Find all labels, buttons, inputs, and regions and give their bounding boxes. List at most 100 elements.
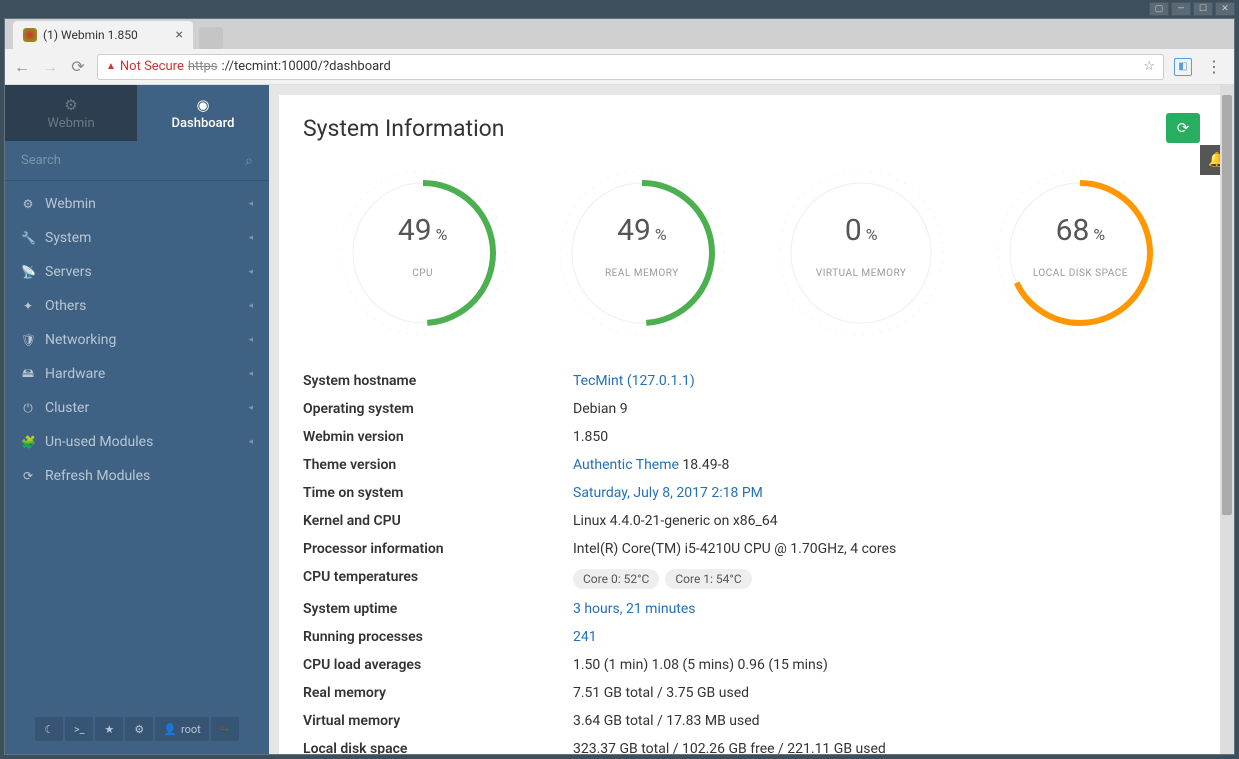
sidebar-search: ⌕ — [5, 141, 269, 181]
sidebar-tabs: ⚙ Webmin ◉ Dashboard — [5, 85, 269, 141]
scrollbar[interactable] — [1220, 85, 1234, 754]
gauge-label: LOCAL DISK SPACE — [980, 268, 1180, 279]
night-mode-button[interactable]: ☾ — [35, 717, 63, 741]
nav-icon: 🧩 — [21, 435, 35, 449]
tab-webmin[interactable]: ⚙ Webmin — [5, 85, 137, 141]
gauge-label: CPU — [323, 268, 523, 279]
row-os: Operating systemDebian 9 — [303, 395, 1200, 423]
favorites-button[interactable]: ★ — [95, 717, 123, 741]
panel: System Information ⟳ 49 % CPU 49 % REAL … — [279, 95, 1224, 754]
nav-label: Others — [45, 298, 86, 314]
row-real-memory: Real memory7.51 GB total / 3.75 GB used — [303, 679, 1200, 707]
sidebar-item-cluster[interactable]: ⏻Cluster◂ — [5, 391, 269, 425]
gauge-label: VIRTUAL MEMORY — [761, 268, 961, 279]
favicon-icon — [23, 28, 37, 42]
sidebar-item-un-used-modules[interactable]: 🧩Un-used Modules◂ — [5, 425, 269, 459]
reload-button[interactable]: ⟳ — [69, 57, 87, 76]
gauge-value: 68 % — [980, 213, 1180, 248]
browser-tab[interactable]: (1) Webmin 1.850 × — [13, 21, 193, 49]
panel-header: System Information ⟳ — [303, 113, 1200, 143]
row-kernel: Kernel and CPULinux 4.4.0-21-generic on … — [303, 507, 1200, 535]
refresh-button[interactable]: ⟳ — [1166, 113, 1200, 143]
nav-label: Servers — [45, 264, 92, 280]
bookmark-icon[interactable]: ☆ — [1143, 59, 1155, 74]
nav-label: Hardware — [45, 366, 105, 382]
gauge-value: 49 % — [323, 213, 523, 248]
user-button[interactable]: 👤 root — [155, 717, 208, 741]
tab-dashboard[interactable]: ◉ Dashboard — [137, 85, 269, 141]
time-link[interactable]: Saturday, July 8, 2017 2:18 PM — [573, 485, 1200, 501]
row-hostname: System hostnameTecMint (127.0.1.1) — [303, 367, 1200, 395]
terminal-button[interactable]: >_ — [65, 717, 93, 741]
theme-link[interactable]: Authentic Theme — [573, 457, 679, 473]
search-icon[interactable]: ⌕ — [245, 153, 253, 169]
chevron-left-icon: ◂ — [248, 369, 253, 379]
sidebar-item-refresh-modules[interactable]: ⟳ Refresh Modules — [5, 459, 269, 493]
row-theme-version: Theme versionAuthentic Theme 18.49-8 — [303, 451, 1200, 479]
gauge-real-memory: 49 % REAL MEMORY — [542, 163, 742, 343]
nav-label: Webmin — [45, 196, 96, 212]
webmin-icon: ⚙ — [64, 96, 77, 114]
dashboard-icon: ◉ — [196, 96, 209, 114]
new-tab-button[interactable] — [199, 27, 223, 49]
tab-dashboard-label: Dashboard — [172, 116, 235, 131]
row-temperatures: CPU temperaturesCore 0: 52°CCore 1: 54°C — [303, 563, 1200, 595]
row-virtual-memory: Virtual memory3.64 GB total / 17.83 MB u… — [303, 707, 1200, 735]
sidebar-item-system[interactable]: 🔧System◂ — [5, 221, 269, 255]
main-content: System Information ⟳ 49 % CPU 49 % REAL … — [269, 85, 1234, 754]
maximize-button[interactable]: ☐ — [1193, 2, 1213, 16]
sidebar-item-servers[interactable]: 📡Servers◂ — [5, 255, 269, 289]
settings-button[interactable]: ⚙ — [125, 717, 153, 741]
gauge-local-disk-space: 68 % LOCAL DISK SPACE — [980, 163, 1180, 343]
nav-label: System — [45, 230, 91, 246]
url-field[interactable]: Not Secure https ://tecmint:10000/?dashb… — [97, 54, 1164, 80]
nav-label: Cluster — [45, 400, 89, 416]
uptime-link[interactable]: 3 hours, 21 minutes — [573, 601, 1200, 617]
sidebar-nav: ⚙Webmin◂🔧System◂📡Servers◂✦Others◂🛡Networ… — [5, 181, 269, 714]
nav-icon: ⟳ — [21, 469, 35, 483]
forward-button[interactable]: → — [41, 57, 59, 77]
row-time: Time on systemSaturday, July 8, 2017 2:1… — [303, 479, 1200, 507]
browser-tab-bar: (1) Webmin 1.850 × — [5, 19, 1234, 49]
nav-icon: ⏻ — [21, 401, 35, 416]
user-menu-button[interactable]: ▢ — [1149, 2, 1169, 16]
sidebar-item-webmin[interactable]: ⚙ Webmin ◂ — [5, 187, 269, 221]
row-processes: Running processes241 — [303, 623, 1200, 651]
back-button[interactable]: ← — [13, 57, 31, 77]
processes-link[interactable]: 241 — [573, 629, 1200, 645]
nav-icon: 🔧 — [21, 231, 35, 245]
sidebar-item-networking[interactable]: 🛡Networking◂ — [5, 323, 269, 357]
chevron-left-icon: ◂ — [248, 437, 253, 447]
nav-icon: 🖴 — [21, 364, 35, 385]
chevron-left-icon: ◂ — [248, 301, 253, 311]
nav-icon: ✦ — [21, 299, 35, 313]
scrollbar-thumb[interactable] — [1222, 95, 1232, 515]
nav-label: Refresh Modules — [45, 468, 150, 484]
gauges-row: 49 % CPU 49 % REAL MEMORY 0 % VIRTUAL ME… — [303, 163, 1200, 343]
tab-title: (1) Webmin 1.850 — [43, 28, 138, 42]
tab-webmin-label: Webmin — [47, 116, 94, 131]
search-input[interactable] — [21, 153, 245, 168]
chevron-left-icon: ◂ — [248, 199, 253, 209]
logout-button[interactable]: ↪ — [211, 717, 239, 741]
extension-icon[interactable]: ◧ — [1174, 58, 1192, 76]
row-load: CPU load averages1.50 (1 min) 1.08 (5 mi… — [303, 651, 1200, 679]
close-tab-icon[interactable]: × — [176, 27, 183, 43]
sidebar-item-hardware[interactable]: 🖴 Hardware ◂ — [5, 357, 269, 391]
close-window-button[interactable]: ✕ — [1215, 2, 1235, 16]
gauge-label: REAL MEMORY — [542, 268, 742, 279]
hostname-link[interactable]: TecMint (127.0.1.1) — [573, 373, 1200, 389]
url-protocol: https — [188, 59, 218, 74]
gauge-value: 0 % — [761, 213, 961, 248]
row-uptime: System uptime3 hours, 21 minutes — [303, 595, 1200, 623]
username-label: root — [181, 723, 201, 736]
minimize-button[interactable]: — — [1171, 2, 1191, 16]
desktop-titlebar: ▢ — ☐ ✕ — [0, 0, 1239, 18]
page-title: System Information — [303, 115, 505, 142]
chevron-left-icon: ◂ — [248, 267, 253, 277]
temp-core-1: Core 1: 54°C — [665, 569, 751, 589]
nav-icon: ⚙ — [21, 197, 35, 211]
sidebar-item-others[interactable]: ✦ Others ◂ — [5, 289, 269, 323]
nav-icon: 🛡 — [21, 333, 35, 347]
browser-menu-icon[interactable]: ⋮ — [1202, 57, 1226, 76]
